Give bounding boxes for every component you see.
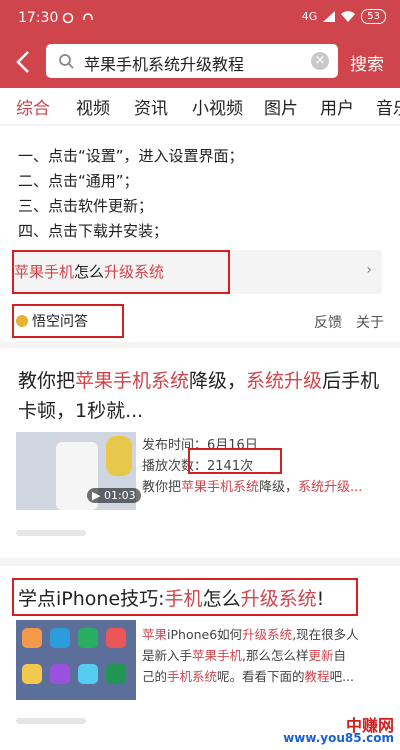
search-input[interactable]: 苹果手机系统升级教程 × <box>46 44 338 78</box>
article-snippet: 是新入手苹果手机,那么怎么样更新自 <box>142 648 347 663</box>
signal-icon <box>323 11 336 22</box>
article-snippet: 苹果iPhone6如何升级系统,现在很多人 <box>142 627 359 642</box>
video-duration: ▶ 01:03 <box>87 488 141 503</box>
wifi-icon <box>341 11 356 22</box>
status-bar: 17:30 4G 53 <box>0 0 400 38</box>
chevron-right-icon: › <box>366 262 372 278</box>
article-thumbnail[interactable] <box>16 620 136 700</box>
status-time: 17:30 <box>18 10 59 26</box>
watermark-url: www.you85.com <box>283 731 394 745</box>
answer-step: 四、点击下载并安装； <box>18 222 169 240</box>
notification-icon <box>62 12 74 24</box>
video-title[interactable]: 教你把苹果手机系统降级，系统升级后手机 <box>18 366 379 396</box>
category-tabs: 综合 视频 资讯 小视频 图片 用户 音乐 <box>0 88 400 124</box>
search-query: 苹果手机系统升级教程 <box>84 55 245 74</box>
headset-icon <box>83 13 93 20</box>
tab-all[interactable]: 综合 <box>16 94 50 119</box>
battery-level: 53 <box>361 9 386 24</box>
video-title-line2[interactable]: 卡顿，1秒就... <box>18 396 143 426</box>
annotation-box <box>12 250 230 294</box>
app-icon <box>50 664 70 684</box>
annotation-box <box>188 448 282 474</box>
source-placeholder <box>16 530 86 536</box>
tab-users[interactable]: 用户 <box>320 94 354 119</box>
decor-image <box>106 436 132 476</box>
app-icon <box>78 664 98 684</box>
video-description: 教你把苹果手机系统降级，系统升级... <box>142 480 363 495</box>
app-icon <box>106 664 126 684</box>
article-snippet: 己的手机系统呢。看看下面的教程吧... <box>142 669 354 684</box>
tab-short-video[interactable]: 小视频 <box>192 94 243 119</box>
answer-step: 二、点击“通用”； <box>18 172 139 190</box>
app-icon <box>22 628 42 648</box>
tab-images[interactable]: 图片 <box>264 94 298 119</box>
answer-step: 三、点击软件更新； <box>18 197 154 215</box>
clear-icon[interactable]: × <box>311 52 329 70</box>
about-link[interactable]: 关于 <box>356 312 384 332</box>
annotation-box <box>12 578 358 616</box>
tab-video[interactable]: 视频 <box>76 94 110 119</box>
tab-news[interactable]: 资讯 <box>134 94 168 119</box>
source-placeholder <box>16 718 86 724</box>
annotation-box <box>12 304 124 338</box>
feedback-link[interactable]: 反馈 <box>314 312 342 332</box>
tab-music[interactable]: 音乐 <box>376 94 400 119</box>
answer-step: 一、点击“设置”，进入设置界面； <box>18 147 244 165</box>
network-type: 4G <box>301 10 318 23</box>
app-icon <box>106 628 126 648</box>
search-icon <box>59 54 74 69</box>
search-button[interactable]: 搜索 <box>350 50 384 75</box>
app-icon <box>50 628 70 648</box>
app-icon <box>78 628 98 648</box>
back-arrow-icon[interactable] <box>10 48 38 76</box>
app-icon <box>22 664 42 684</box>
app-header: 17:30 4G 53 苹果手机系统升级教程 × 搜索 <box>0 0 400 88</box>
